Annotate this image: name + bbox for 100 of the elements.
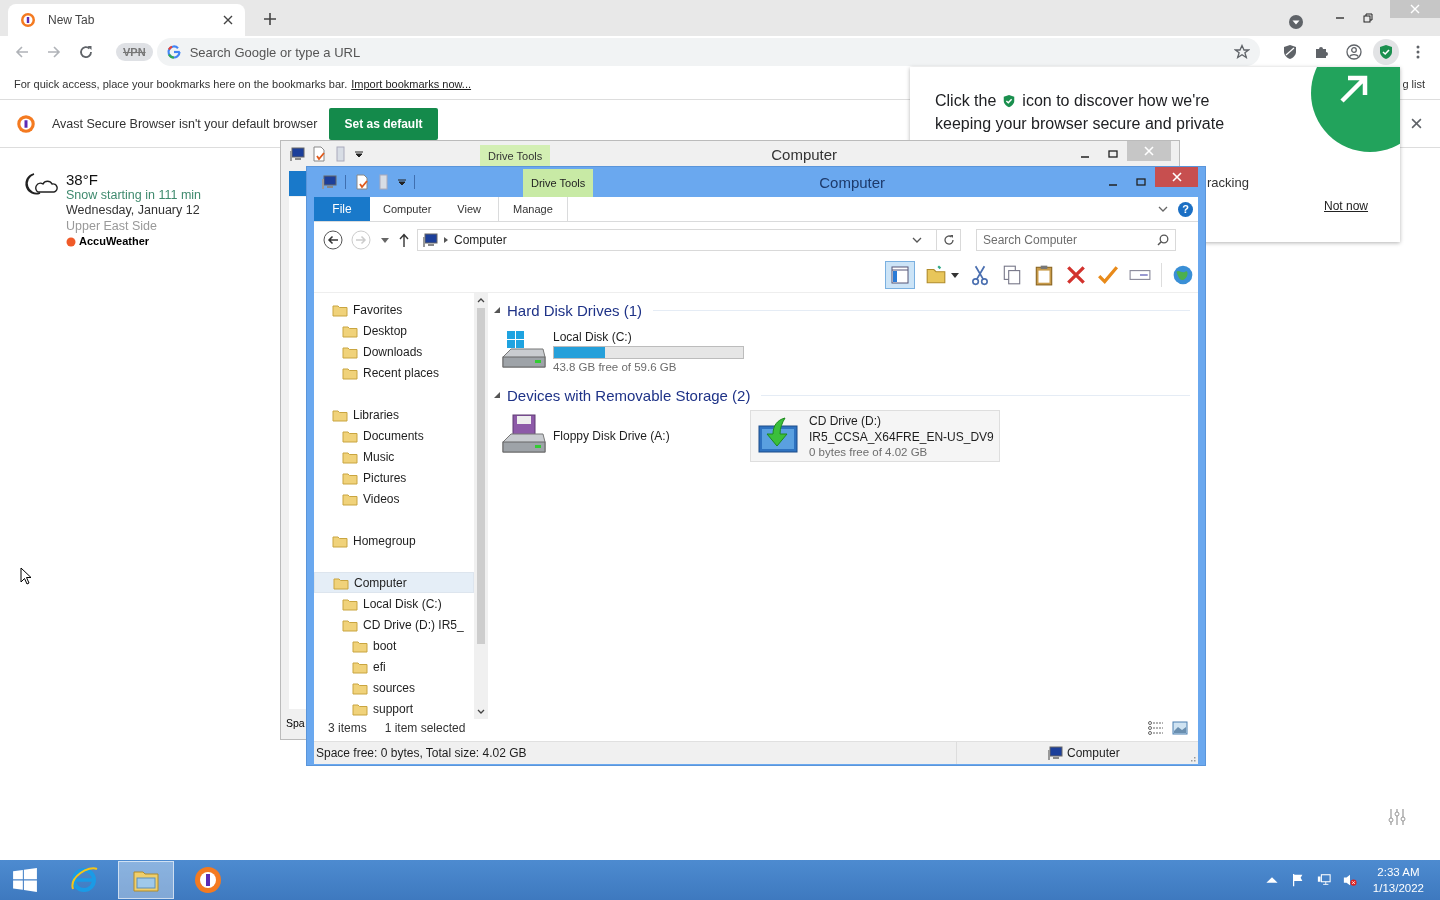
refresh-icon bbox=[942, 234, 955, 246]
chevron-down-icon[interactable] bbox=[1158, 206, 1168, 212]
nav-item[interactable]: Music bbox=[314, 446, 474, 467]
reload-icon[interactable] bbox=[78, 44, 94, 60]
clipboard-icon[interactable] bbox=[1033, 264, 1055, 286]
nav-item[interactable]: Pictures bbox=[314, 467, 474, 488]
drive-tile[interactable]: Local Disk (C:) 43.8 GB free of 59.6 GB bbox=[494, 325, 744, 377]
flag-icon[interactable] bbox=[1290, 873, 1305, 887]
avast-logo-icon bbox=[193, 865, 223, 895]
set-default-button[interactable]: Set as default bbox=[329, 107, 438, 140]
close-icon[interactable] bbox=[223, 15, 233, 25]
nav-item[interactable]: Libraries bbox=[314, 404, 474, 425]
not-now-link[interactable]: Not now bbox=[1324, 199, 1369, 213]
details-view-icon[interactable] bbox=[1148, 721, 1164, 735]
network-icon[interactable] bbox=[1316, 873, 1331, 887]
section-heading[interactable]: Devices with Removable Storage (2) bbox=[507, 386, 751, 404]
puzzle-icon[interactable] bbox=[1314, 44, 1330, 60]
nav-item[interactable]: CD Drive (D:) IR5_ bbox=[314, 614, 474, 635]
address-bar[interactable]: Computer bbox=[417, 229, 937, 251]
nav-item[interactable]: Desktop bbox=[314, 320, 474, 341]
checkmark-icon[interactable] bbox=[1097, 264, 1119, 286]
scroll-down-icon[interactable] bbox=[477, 709, 485, 714]
refresh-button[interactable] bbox=[937, 229, 961, 251]
scissors-icon[interactable] bbox=[969, 264, 991, 286]
nav-item[interactable]: Downloads bbox=[314, 341, 474, 362]
dropdown-icon[interactable] bbox=[1288, 14, 1304, 30]
browser-tab[interactable]: New Tab bbox=[8, 4, 245, 36]
scroll-up-icon[interactable] bbox=[477, 298, 485, 303]
maximize-icon[interactable] bbox=[1136, 177, 1146, 187]
resize-grip-icon[interactable] bbox=[1188, 754, 1196, 762]
search-icon[interactable] bbox=[1157, 234, 1169, 246]
nav-item[interactable]: efi bbox=[314, 656, 474, 677]
reading-list-label[interactable]: g list bbox=[1402, 77, 1425, 90]
caret-icon[interactable] bbox=[951, 272, 959, 278]
collapse-triangle-icon[interactable] bbox=[494, 307, 500, 313]
copy-icon[interactable] bbox=[1001, 264, 1023, 286]
drive-tile[interactable]: Floppy Disk Drive (A:) bbox=[494, 410, 744, 462]
temperature: 38°F bbox=[66, 172, 99, 188]
nav-item[interactable]: sources bbox=[314, 677, 474, 698]
import-bookmarks-link[interactable]: Import bookmarks now... bbox=[351, 77, 472, 90]
breadcrumb-arrow-icon[interactable] bbox=[444, 237, 448, 243]
nav-item[interactable]: Homegroup bbox=[314, 530, 474, 551]
bookmarks-hint: For quick access, place your bookmarks here on the bookmarks bar. bbox=[14, 77, 348, 90]
nav-item[interactable]: Videos bbox=[314, 488, 474, 509]
drive-tile[interactable]: CD Drive (D:) IR5_CCSA_X64FRE_EN-US_DV9 0 bytes free of 4.02 GB bbox=[750, 410, 1000, 462]
restore-icon[interactable] bbox=[1363, 13, 1373, 23]
globe-icon[interactable] bbox=[1172, 264, 1194, 286]
speaker-muted-icon[interactable] bbox=[1342, 873, 1357, 887]
search-field[interactable]: Search Computer bbox=[976, 229, 1176, 251]
clock[interactable]: 2:33 AM 1/13/2022 bbox=[1372, 864, 1424, 896]
section-heading[interactable]: Hard Disk Drives (1) bbox=[507, 301, 642, 319]
google-icon bbox=[165, 44, 182, 60]
star-icon[interactable] bbox=[1234, 44, 1250, 60]
close-icon[interactable] bbox=[1411, 118, 1422, 129]
tiles-view-icon[interactable] bbox=[1172, 721, 1188, 735]
tip-text: keeping your browser secure and private bbox=[935, 115, 1225, 133]
ribbon-tab[interactable]: Manage bbox=[497, 197, 568, 221]
weather-source[interactable]: AccuWeather bbox=[79, 234, 150, 250]
help-button[interactable]: ? bbox=[1178, 201, 1193, 217]
up-arrow-icon[interactable] bbox=[399, 233, 409, 247]
cursor-icon bbox=[20, 567, 32, 585]
drive-tools-tab[interactable]: Drive Tools bbox=[480, 145, 551, 167]
back-icon[interactable] bbox=[323, 230, 343, 250]
document-icon[interactable] bbox=[354, 174, 370, 190]
delete-icon[interactable] bbox=[1065, 264, 1087, 286]
nav-item[interactable]: Favorites bbox=[314, 299, 474, 320]
nav-item[interactable]: Local Disk (C:) bbox=[314, 593, 474, 614]
nav-item[interactable]: Recent places bbox=[314, 362, 474, 383]
adblock-icon[interactable] bbox=[1282, 44, 1298, 60]
location: Upper East Side bbox=[66, 218, 159, 234]
moon-cloud-icon bbox=[24, 172, 58, 198]
chevron-down-icon[interactable] bbox=[912, 237, 922, 243]
address-field[interactable]: Search Google or type a URL bbox=[156, 38, 1260, 66]
shield-button[interactable] bbox=[1373, 39, 1399, 65]
computer-icon[interactable] bbox=[321, 174, 337, 190]
file-tab[interactable]: File bbox=[314, 197, 370, 221]
layout-button[interactable] bbox=[885, 261, 915, 289]
address-text[interactable]: Computer bbox=[454, 233, 507, 247]
details-text: Spa bbox=[286, 717, 305, 729]
document-icon[interactable] bbox=[311, 146, 327, 162]
window-title: Computer bbox=[771, 145, 839, 163]
nav-item[interactable]: boot bbox=[314, 635, 474, 656]
caret-icon[interactable] bbox=[355, 150, 363, 158]
close-button[interactable] bbox=[1155, 167, 1198, 187]
close-icon bbox=[1144, 146, 1154, 156]
drive-tools-tab[interactable]: Drive Tools bbox=[523, 169, 594, 197]
free-space-text: 43.8 GB free of 59.6 GB bbox=[553, 360, 678, 373]
sliders-icon[interactable] bbox=[1388, 808, 1406, 826]
new-tab-icon[interactable] bbox=[264, 13, 276, 25]
nav-item[interactable]: support bbox=[314, 698, 474, 719]
caret-icon[interactable] bbox=[398, 178, 406, 186]
scrollbar[interactable] bbox=[474, 293, 488, 719]
scroll-thumb[interactable] bbox=[477, 308, 485, 644]
nav-item[interactable]: Documents bbox=[314, 425, 474, 446]
collapse-triangle-icon[interactable] bbox=[494, 392, 500, 398]
profile-icon[interactable] bbox=[1346, 44, 1362, 60]
nav-item[interactable]: Computer bbox=[314, 572, 474, 593]
tracking-text: racking bbox=[1207, 175, 1249, 190]
computer-icon[interactable] bbox=[289, 146, 305, 162]
maximize-icon[interactable] bbox=[1108, 149, 1118, 159]
